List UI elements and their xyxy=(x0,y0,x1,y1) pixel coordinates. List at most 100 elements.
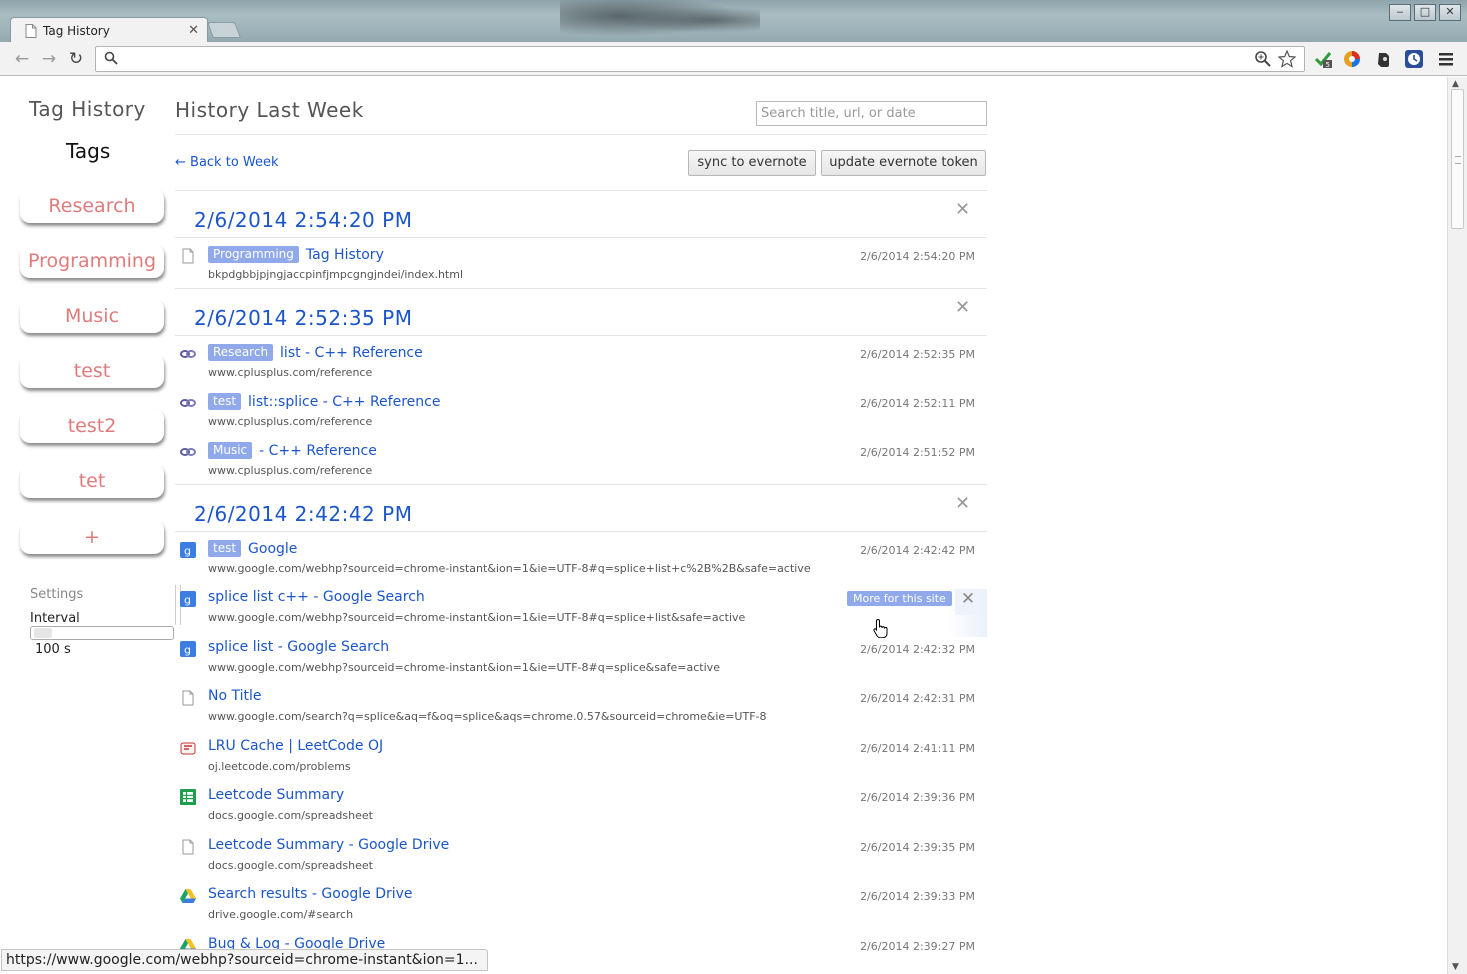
history-entry: g splice list - Google Search www.google… xyxy=(175,639,987,687)
entry-url: drive.google.com/#search xyxy=(208,908,354,921)
search-input[interactable] xyxy=(756,101,987,126)
omnibox[interactable] xyxy=(95,46,1305,72)
group-divider xyxy=(175,237,987,238)
scrollbar-thumb[interactable] xyxy=(1451,89,1464,229)
entry-title-link[interactable]: LRU Cache | LeetCode OJ xyxy=(208,738,383,754)
new-tab-button[interactable] xyxy=(207,22,241,38)
zoom-icon[interactable] xyxy=(1254,50,1272,68)
add-tag-button[interactable]: + xyxy=(20,520,164,554)
evernote-icon[interactable] xyxy=(1375,50,1393,68)
maximize-icon[interactable]: □ xyxy=(1414,4,1436,21)
browser-tab[interactable]: Tag History ✕ xyxy=(10,17,208,43)
tag-button-test2[interactable]: test2 xyxy=(20,409,164,443)
history-clock-icon[interactable] xyxy=(1405,50,1423,68)
entry-time: 2/6/2014 2:41:11 PM xyxy=(860,742,975,755)
group-divider xyxy=(175,288,987,289)
tag-button-programming[interactable]: Programming xyxy=(20,244,164,278)
svg-text:5: 5 xyxy=(1326,61,1330,68)
tag-button-music[interactable]: Music xyxy=(20,299,164,333)
scroll-up-arrow-icon[interactable]: ▲ xyxy=(1452,79,1459,89)
sync-evernote-button[interactable]: sync to evernote xyxy=(688,150,816,176)
history-entry: test list::splice - C++ Reference www.cp… xyxy=(175,393,987,441)
cplusplus-icon xyxy=(180,350,196,358)
history-entry: g test Google www.google.com/webhp?sourc… xyxy=(175,540,987,588)
entry-tag-badge[interactable]: test xyxy=(208,540,242,557)
tab-close-icon[interactable]: ✕ xyxy=(188,23,199,38)
back-to-week-link[interactable]: ← Back to Week xyxy=(175,155,279,170)
page-icon xyxy=(182,839,194,855)
group-close-icon[interactable]: ✕ xyxy=(955,493,970,514)
back-arrow-icon[interactable]: ← xyxy=(12,49,32,69)
entry-time: 2/6/2014 2:42:42 PM xyxy=(860,544,975,557)
minimize-icon[interactable]: ‒ xyxy=(1389,4,1411,21)
page-icon xyxy=(182,690,194,706)
entry-title-link[interactable]: Leetcode Summary xyxy=(208,787,344,803)
entry-time: 2/6/2014 2:39:33 PM xyxy=(860,890,975,903)
tag-button-research[interactable]: Research xyxy=(20,189,164,223)
scroll-down-arrow-icon[interactable]: ▼ xyxy=(1452,962,1459,972)
entry-tag-badge[interactable]: Research xyxy=(208,344,274,361)
entry-time: 2/6/2014 2:39:36 PM xyxy=(860,791,975,804)
window-controls: ‒ □ ✕ xyxy=(1389,4,1461,21)
bookmark-star-icon[interactable] xyxy=(1278,50,1296,68)
entry-title-link[interactable]: list - C++ Reference xyxy=(280,345,423,361)
entry-title-link[interactable]: list::splice - C++ Reference xyxy=(248,394,440,410)
entry-title-link[interactable]: splice list - Google Search xyxy=(208,639,389,655)
entry-title-link[interactable]: No Title xyxy=(208,688,262,704)
entry-time: 2/6/2014 2:54:20 PM xyxy=(860,250,975,263)
entry-tag-badge[interactable]: test xyxy=(208,393,242,410)
entry-time: 2/6/2014 2:42:32 PM xyxy=(860,643,975,656)
group-header: 2/6/2014 2:52:35 PM xyxy=(194,306,413,330)
omnibox-input[interactable] xyxy=(124,50,1224,68)
group-close-icon[interactable]: ✕ xyxy=(955,297,970,318)
entry-title-link[interactable]: Leetcode Summary - Google Drive xyxy=(208,837,449,853)
theme-artwork xyxy=(560,0,760,40)
app-title: Tag History xyxy=(29,97,146,121)
color-wheel-extension-icon[interactable] xyxy=(1343,50,1361,68)
entry-url: www.google.com/search?q=splice&aq=f&oq=s… xyxy=(208,710,767,723)
group-close-icon[interactable]: ✕ xyxy=(955,199,970,220)
entry-close-icon[interactable]: ✕ xyxy=(955,589,981,615)
entry-time: 2/6/2014 2:52:11 PM xyxy=(860,397,975,410)
menu-icon[interactable] xyxy=(1437,50,1455,68)
slider-knob[interactable] xyxy=(34,628,52,638)
checkmark-extension-icon[interactable]: 5 xyxy=(1314,50,1332,68)
google-icon: g xyxy=(180,641,196,657)
entry-tag-badge[interactable]: Music xyxy=(208,442,253,459)
history-entry: Music - C++ Reference www.cplusplus.com/… xyxy=(175,442,987,490)
vertical-scrollbar[interactable]: ▲ ▼ xyxy=(1447,77,1467,974)
entry-tag-badge[interactable]: Programming xyxy=(208,246,299,263)
entry-title-link[interactable]: Google xyxy=(248,541,297,557)
entry-time: 2/6/2014 2:39:35 PM xyxy=(860,841,975,854)
close-window-icon[interactable]: ✕ xyxy=(1439,4,1461,21)
drive-icon xyxy=(180,889,196,903)
entry-url: www.cplusplus.com/reference xyxy=(208,464,373,477)
tag-button-tet[interactable]: tet xyxy=(20,464,164,498)
history-entry: Search results - Google Drive drive.goog… xyxy=(175,886,987,934)
entry-title-link[interactable]: - C++ Reference xyxy=(259,443,377,459)
svg-text:g: g xyxy=(184,545,191,558)
group-header: 2/6/2014 2:54:20 PM xyxy=(194,208,413,232)
tag-button-test[interactable]: test xyxy=(20,354,164,388)
browser-toolbar: ← → ↻ 5 xyxy=(0,42,1467,76)
entry-url: docs.google.com/spreadsheet xyxy=(208,809,373,822)
leetcode-icon xyxy=(180,742,196,755)
more-for-this-site-button[interactable]: More for this site xyxy=(847,591,952,606)
reload-icon[interactable]: ↻ xyxy=(66,49,86,69)
update-evernote-token-button[interactable]: update evernote token xyxy=(821,150,986,176)
history-entry-hovered: g splice list c++ - Google Search www.go… xyxy=(175,585,987,637)
tags-heading: Tags xyxy=(66,139,111,163)
window-titlebar: Tag History ✕ ‒ □ ✕ xyxy=(0,0,1467,43)
entry-url: www.cplusplus.com/reference xyxy=(208,366,373,379)
interval-slider[interactable] xyxy=(30,626,174,640)
forward-arrow-icon[interactable]: → xyxy=(39,49,59,69)
page-title: History Last Week xyxy=(175,98,364,122)
entry-title-link[interactable]: Search results - Google Drive xyxy=(208,886,413,902)
entry-title-link[interactable]: splice list c++ - Google Search xyxy=(208,589,425,605)
hand-cursor-icon xyxy=(873,618,888,638)
entry-time: 2/6/2014 2:51:52 PM xyxy=(860,446,975,459)
entry-url: www.google.com/webhp?sourceid=chrome-ins… xyxy=(208,562,811,575)
svg-text:g: g xyxy=(184,594,191,607)
history-entry: Leetcode Summary docs.google.com/spreads… xyxy=(175,787,987,835)
entry-title-link[interactable]: Tag History xyxy=(306,247,384,263)
